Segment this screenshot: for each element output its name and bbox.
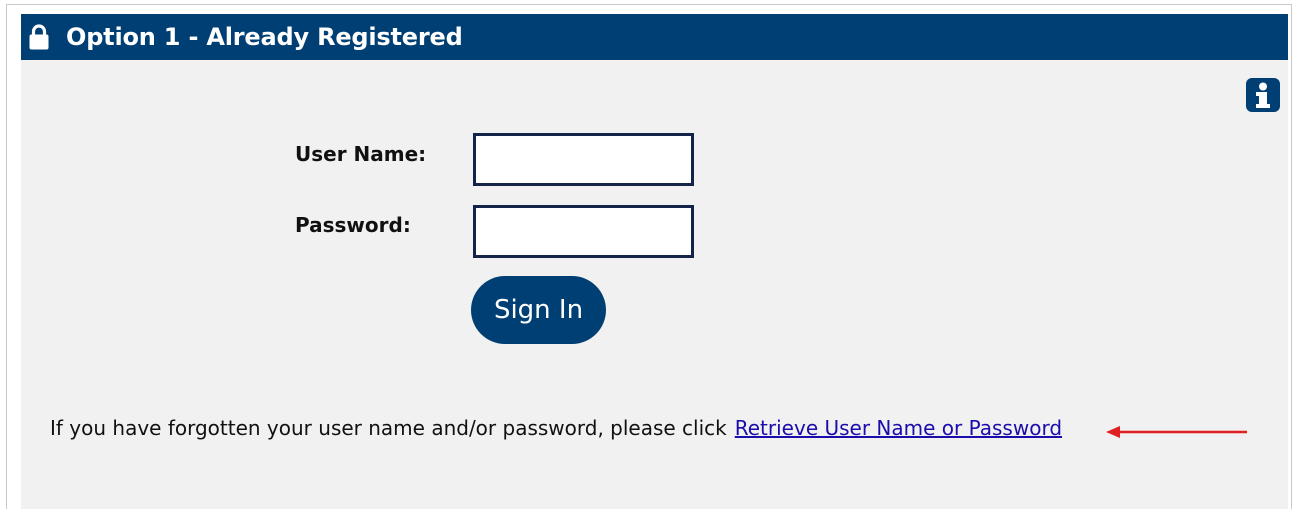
login-panel: Option 1 - Already Registered User Name:… [21,14,1288,509]
lock-icon [29,24,49,50]
forgot-credentials-text: If you have forgotten your user name and… [50,416,727,440]
sign-in-button[interactable]: Sign In [471,276,606,344]
panel-title: Option 1 - Already Registered [66,23,463,51]
username-input[interactable] [473,133,694,186]
annotation-arrow-icon [1106,422,1248,442]
password-input[interactable] [473,205,694,258]
retrieve-credentials-link[interactable]: Retrieve User Name or Password [735,416,1062,440]
username-label: User Name: [295,142,427,166]
panel-header: Option 1 - Already Registered [21,14,1288,60]
forgot-credentials-row: If you have forgotten your user name and… [50,416,1062,440]
password-label: Password: [295,213,411,237]
info-icon[interactable] [1246,78,1280,112]
